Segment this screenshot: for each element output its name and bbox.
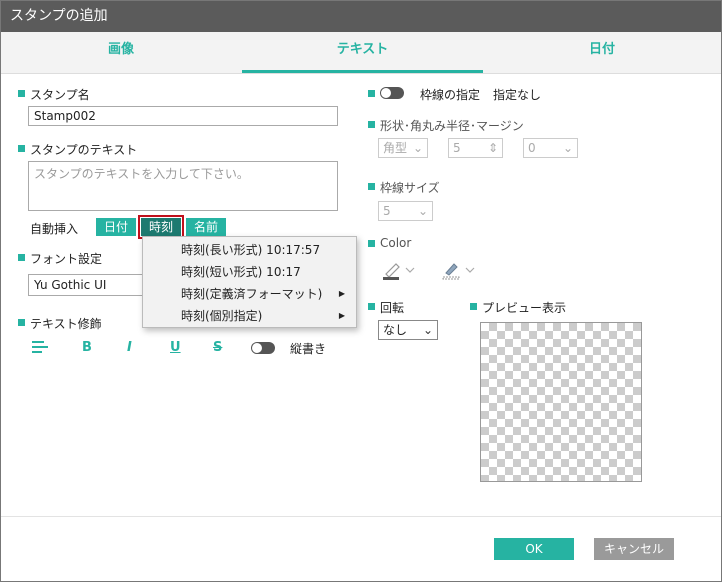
menu-item-short-time[interactable]: 時刻(短い形式) 10:17 — [181, 261, 351, 283]
tab-bar: 画像 テキスト 日付 — [1, 32, 721, 74]
insert-time-button[interactable]: 時刻 — [138, 215, 184, 239]
section-marker — [18, 90, 25, 97]
submenu-arrow-icon: ▶ — [338, 289, 345, 298]
menu-item-long-time[interactable]: 時刻(長い形式) 10:17:57 — [181, 239, 351, 261]
section-marker — [368, 121, 375, 128]
stamp-preview — [480, 322, 642, 482]
font-settings-label: フォント設定 — [30, 252, 103, 266]
rotation-value: なし — [383, 323, 408, 337]
preview-label: プレビュー表示 — [482, 301, 567, 315]
rotation-select[interactable]: なし ⌄ — [378, 320, 438, 340]
underline-button[interactable]: U — [170, 340, 181, 355]
spinner-icon: ⇕ — [487, 141, 498, 155]
border-toggle[interactable] — [380, 87, 404, 99]
menu-item-label: 時刻(短い形式) 10:17 — [181, 265, 301, 279]
color-label: Color — [380, 236, 412, 250]
radius-spinner[interactable]: 5 ⇕ — [448, 138, 503, 158]
fill-color-graphic — [442, 263, 475, 280]
radius-value: 5 — [453, 141, 461, 155]
border-size-label: 枠線サイズ — [380, 181, 440, 195]
tab-text[interactable]: テキスト — [242, 32, 483, 73]
shape-label: 形状･角丸み半径･マージン — [380, 119, 524, 133]
stamp-text-label: スタンプのテキスト — [30, 143, 138, 157]
text-decoration-label: テキスト修飾 — [30, 317, 102, 331]
section-marker — [18, 319, 25, 326]
menu-item-custom-format[interactable]: 時刻(個別指定) ▶ — [181, 305, 351, 327]
strikethrough-button[interactable]: S — [213, 340, 222, 355]
section-marker — [368, 183, 375, 190]
margin-select[interactable]: 0 ⌄ — [523, 138, 578, 158]
window-title: スタンプの追加 — [0, 0, 722, 32]
chevron-down-icon: ⌄ — [422, 323, 433, 337]
shape-select[interactable]: 角型 ⌄ — [378, 138, 428, 158]
insert-name-button[interactable]: 名前 — [186, 218, 226, 236]
section-marker — [368, 303, 375, 310]
align-icon-graphic — [32, 341, 48, 353]
toggle-knob — [381, 88, 391, 98]
bold-button[interactable]: B — [82, 340, 92, 355]
insert-date-button[interactable]: 日付 — [96, 218, 136, 236]
section-marker — [368, 240, 375, 247]
toggle-knob — [252, 343, 262, 353]
stamp-name-input[interactable]: Stamp002 — [28, 106, 338, 126]
chevron-down-icon: ⌄ — [562, 141, 573, 155]
stamp-name-label: スタンプ名 — [30, 88, 90, 102]
font-select[interactable]: Yu Gothic UI — [28, 274, 148, 296]
italic-button[interactable]: I — [127, 340, 132, 355]
time-insert-menu: 時刻(長い形式) 10:17:57 時刻(短い形式) 10:17 時刻(定義済フ… — [142, 236, 357, 328]
shape-value: 角型 — [383, 141, 408, 155]
footer-divider — [1, 516, 721, 517]
border-size-value: 5 — [383, 204, 391, 218]
section-marker — [18, 145, 25, 152]
fill-color-icon[interactable] — [442, 260, 478, 280]
stamp-text-placeholder: スタンプのテキストを入力して下さい。 — [34, 167, 249, 181]
vertical-writing-toggle[interactable] — [251, 342, 275, 354]
chevron-down-icon: ⌄ — [412, 141, 423, 155]
menu-item-label: 時刻(定義済フォーマット) — [181, 287, 323, 301]
border-value: 指定なし — [493, 88, 542, 102]
pen-color-icon[interactable] — [382, 260, 418, 280]
tab-image[interactable]: 画像 — [1, 32, 241, 73]
auto-insert-label: 自動挿入 — [30, 222, 79, 236]
cancel-button[interactable]: キャンセル — [594, 538, 674, 560]
menu-item-label: 時刻(長い形式) 10:17:57 — [181, 243, 321, 257]
section-marker — [368, 90, 375, 97]
align-icon[interactable] — [32, 340, 48, 354]
section-marker — [470, 303, 477, 310]
rotation-label: 回転 — [380, 301, 405, 315]
submenu-arrow-icon: ▶ — [338, 311, 345, 320]
chevron-down-icon: ⌄ — [417, 204, 428, 218]
tab-date[interactable]: 日付 — [483, 32, 721, 73]
vertical-writing-label: 縦書き — [290, 342, 327, 356]
section-marker — [18, 254, 25, 261]
ok-button[interactable]: OK — [494, 538, 574, 560]
menu-item-label: 時刻(個別指定) — [181, 309, 263, 323]
pen-color-graphic — [383, 263, 415, 280]
border-size-select[interactable]: 5 ⌄ — [378, 201, 433, 221]
border-label: 枠線の指定 — [420, 88, 481, 102]
margin-value: 0 — [528, 141, 536, 155]
stamp-text-area[interactable]: スタンプのテキストを入力して下さい。 — [28, 161, 338, 211]
menu-item-predefined-format[interactable]: 時刻(定義済フォーマット) ▶ — [181, 283, 351, 305]
